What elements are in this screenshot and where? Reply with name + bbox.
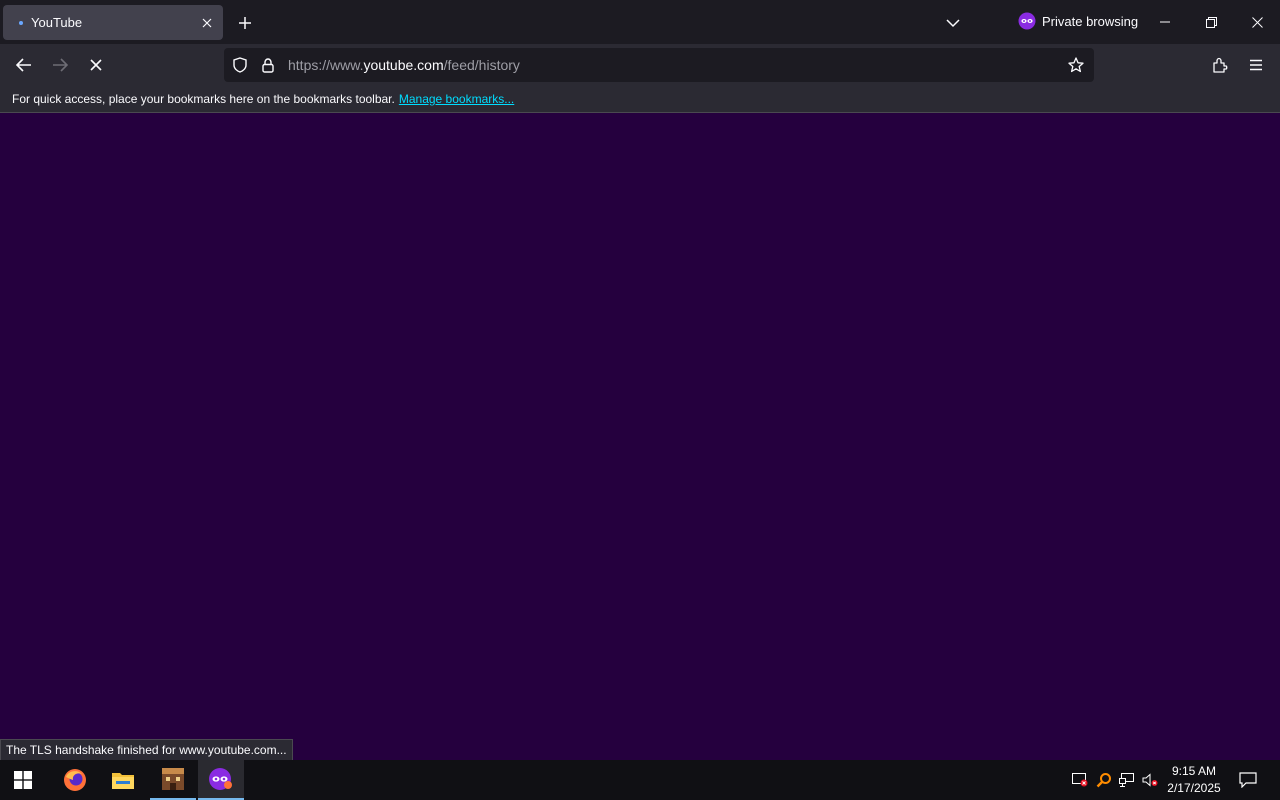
volume-muted-icon[interactable] [1140, 770, 1160, 790]
system-clock[interactable]: 9:15 AM 2/17/2025 [1160, 763, 1228, 797]
manage-bookmarks-link[interactable]: Manage bookmarks... [399, 92, 514, 106]
extensions-button[interactable] [1206, 51, 1234, 79]
url-path: /feed/history [443, 57, 520, 73]
app-menu-button[interactable] [1242, 51, 1270, 79]
tracking-protection-shield-icon[interactable] [226, 51, 254, 79]
restore-button[interactable] [1188, 0, 1234, 44]
action-center-icon[interactable] [1238, 770, 1258, 790]
private-browsing-icon [209, 768, 232, 790]
stop-loading-button[interactable] [82, 51, 110, 79]
url-text[interactable]: https://www.youtube.com/feed/history [288, 57, 1062, 73]
private-browsing-indicator: Private browsing [1018, 12, 1138, 30]
tab-youtube[interactable]: YouTube [3, 5, 223, 40]
list-all-tabs-chevron-icon[interactable] [940, 10, 966, 36]
taskbar-private-browsing[interactable] [198, 760, 244, 800]
lock-icon[interactable] [254, 51, 282, 79]
minimize-button[interactable] [1142, 0, 1188, 44]
status-panel: The TLS handshake finished for www.youtu… [0, 739, 293, 761]
close-window-button[interactable] [1234, 0, 1280, 44]
network-icon[interactable] [1117, 770, 1137, 790]
file-explorer-icon [112, 773, 134, 789]
back-button[interactable] [10, 51, 38, 79]
close-tab-icon[interactable] [195, 11, 219, 35]
url-prefix: https://www. [288, 57, 364, 73]
loading-indicator-icon [19, 20, 23, 25]
taskbar-firefox[interactable] [52, 760, 98, 800]
taskbar-file-explorer[interactable] [100, 760, 146, 800]
private-browsing-label: Private browsing [1042, 13, 1139, 29]
security-tray-icon[interactable] [1070, 770, 1090, 790]
tab-strip: YouTube Private browsing [0, 0, 1280, 44]
clock-date: 2/17/2025 [1167, 781, 1221, 795]
page-content[interactable] [0, 113, 1280, 760]
tab-title: YouTube [31, 15, 83, 30]
start-button[interactable] [0, 760, 46, 800]
forward-button[interactable] [46, 51, 74, 79]
url-bar[interactable]: https://www.youtube.com/feed/history [224, 48, 1094, 82]
bookmarks-toolbar-message: For quick access, place your bookmarks h… [12, 92, 395, 106]
taskbar: 9:15 AM 2/17/2025 [0, 760, 1280, 800]
firefox-icon [64, 769, 86, 791]
search-tray-icon[interactable] [1094, 770, 1114, 790]
clock-time: 9:15 AM [1171, 764, 1217, 778]
url-host: youtube.com [363, 57, 444, 73]
app-icon [162, 768, 184, 790]
navigation-toolbar: https://www.youtube.com/feed/history [0, 44, 1280, 86]
bookmarks-toolbar: For quick access, place your bookmarks h… [0, 86, 1280, 113]
taskbar-app[interactable] [150, 760, 196, 800]
bookmark-star-icon[interactable] [1062, 51, 1090, 79]
new-tab-button[interactable] [232, 10, 258, 36]
windows-logo-icon [14, 771, 32, 789]
private-mask-icon [1018, 12, 1036, 30]
